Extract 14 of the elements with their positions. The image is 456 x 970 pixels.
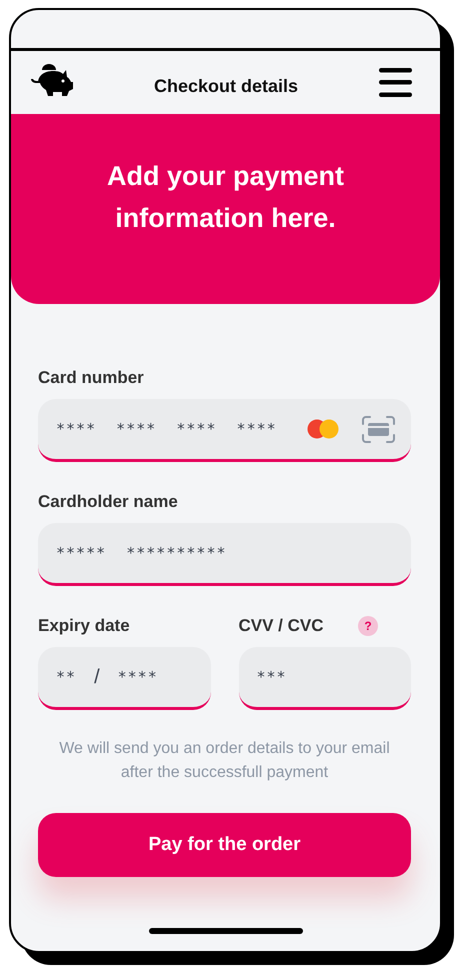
field-label: Card number <box>38 368 144 388</box>
expiry-date-field[interactable]: ** / **** <box>38 647 210 710</box>
menu-icon[interactable] <box>378 68 412 96</box>
field-label: Cardholder name <box>38 492 178 512</box>
cardholder-name-field[interactable]: ***** ********** <box>38 523 411 586</box>
pay-button[interactable]: Pay for the order <box>38 813 411 877</box>
field-label: CVV / CVC <box>238 616 324 636</box>
field-label: Expiry date <box>38 616 130 636</box>
info-note: We will send you an order details to your email after the successfull payment <box>58 739 391 783</box>
banner-heading: Add your payment information here. <box>106 160 346 235</box>
card-brand-icon <box>306 419 339 439</box>
card-number-field[interactable]: **** **** **** **** <box>38 399 411 462</box>
screen-title: Checkout details <box>154 76 298 96</box>
cvv-field[interactable]: *** <box>238 647 411 710</box>
